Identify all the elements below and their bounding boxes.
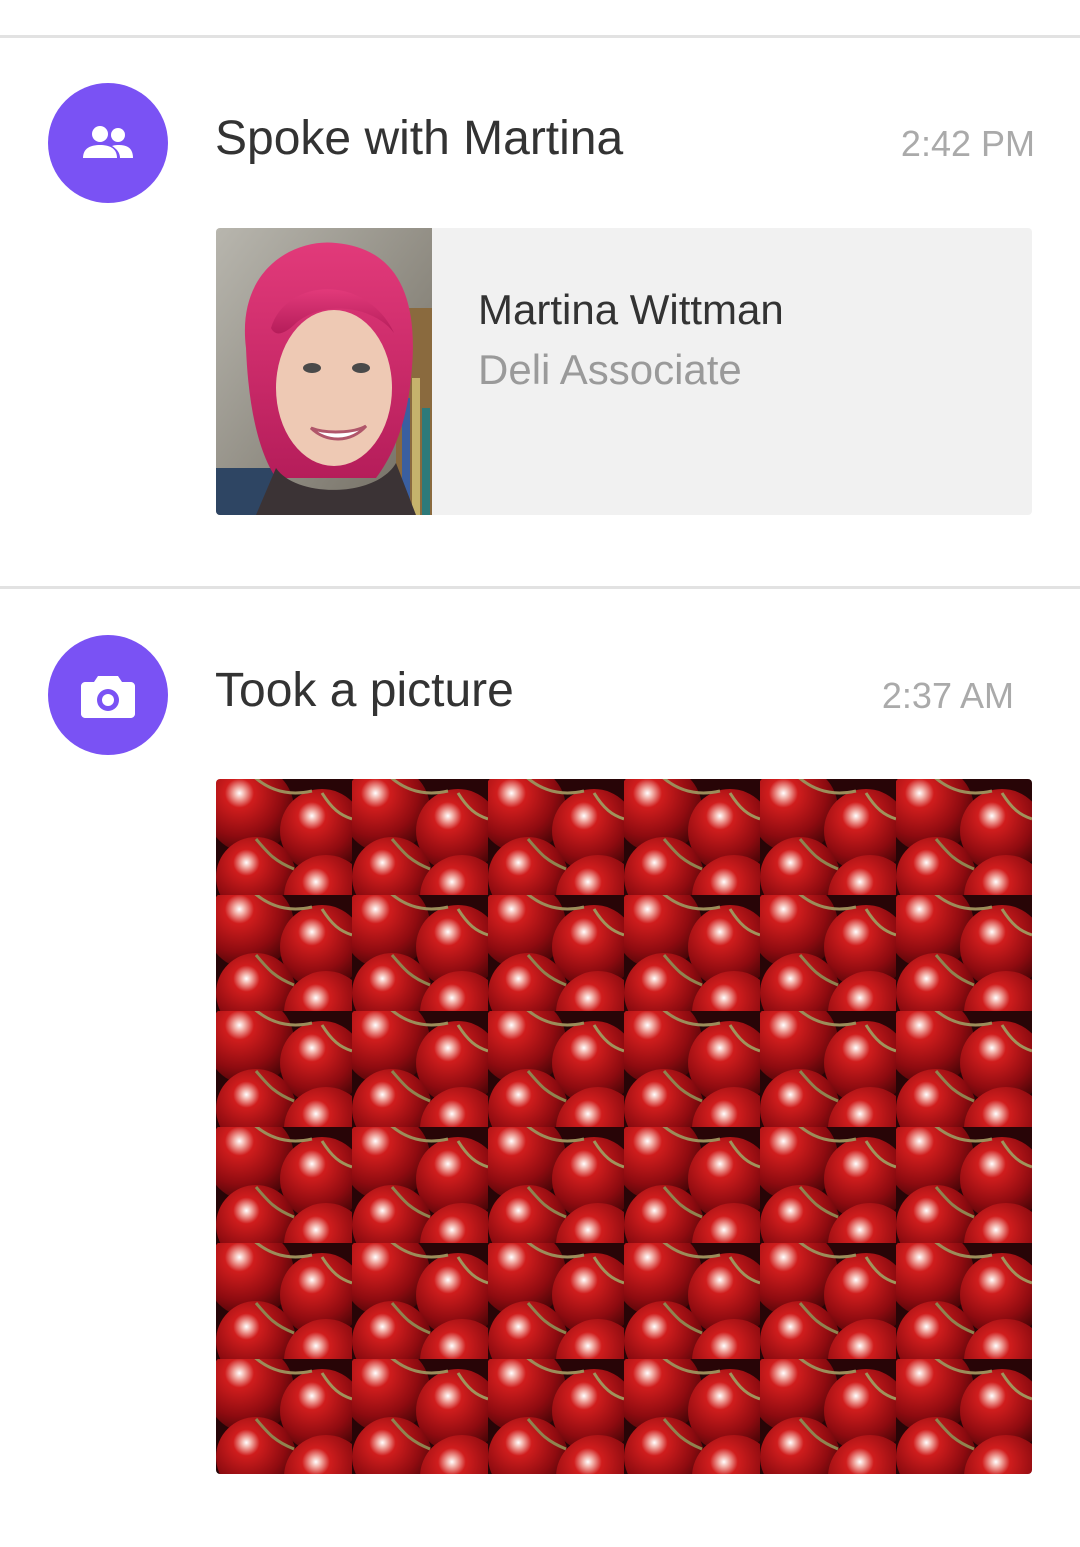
entry-title: Took a picture [215, 664, 514, 717]
camera-icon [81, 676, 135, 718]
contact-role: Deli Associate [478, 346, 742, 393]
picture-avatar [48, 635, 168, 755]
cherries-photo[interactable] [216, 779, 1032, 1474]
timeline-entry-picture[interactable]: Took a picture 2:37 AM [0, 592, 1080, 1547]
contact-card[interactable]: Martina Wittman Deli Associate [216, 228, 1032, 515]
contact-photo [216, 228, 432, 515]
top-divider [0, 35, 1080, 38]
entry-time: 2:42 PM [900, 123, 1035, 164]
conversation-avatar [48, 83, 168, 203]
entry-time: 2:37 AM [881, 675, 1014, 716]
timeline-entry-conversation[interactable]: Spoke with Martina 2:42 PM Martina Wittm… [0, 40, 1080, 585]
entry-title: Spoke with Martina [215, 112, 624, 165]
people-icon [83, 126, 133, 158]
contact-name: Martina Wittman [478, 286, 784, 333]
entry-divider [0, 586, 1080, 589]
